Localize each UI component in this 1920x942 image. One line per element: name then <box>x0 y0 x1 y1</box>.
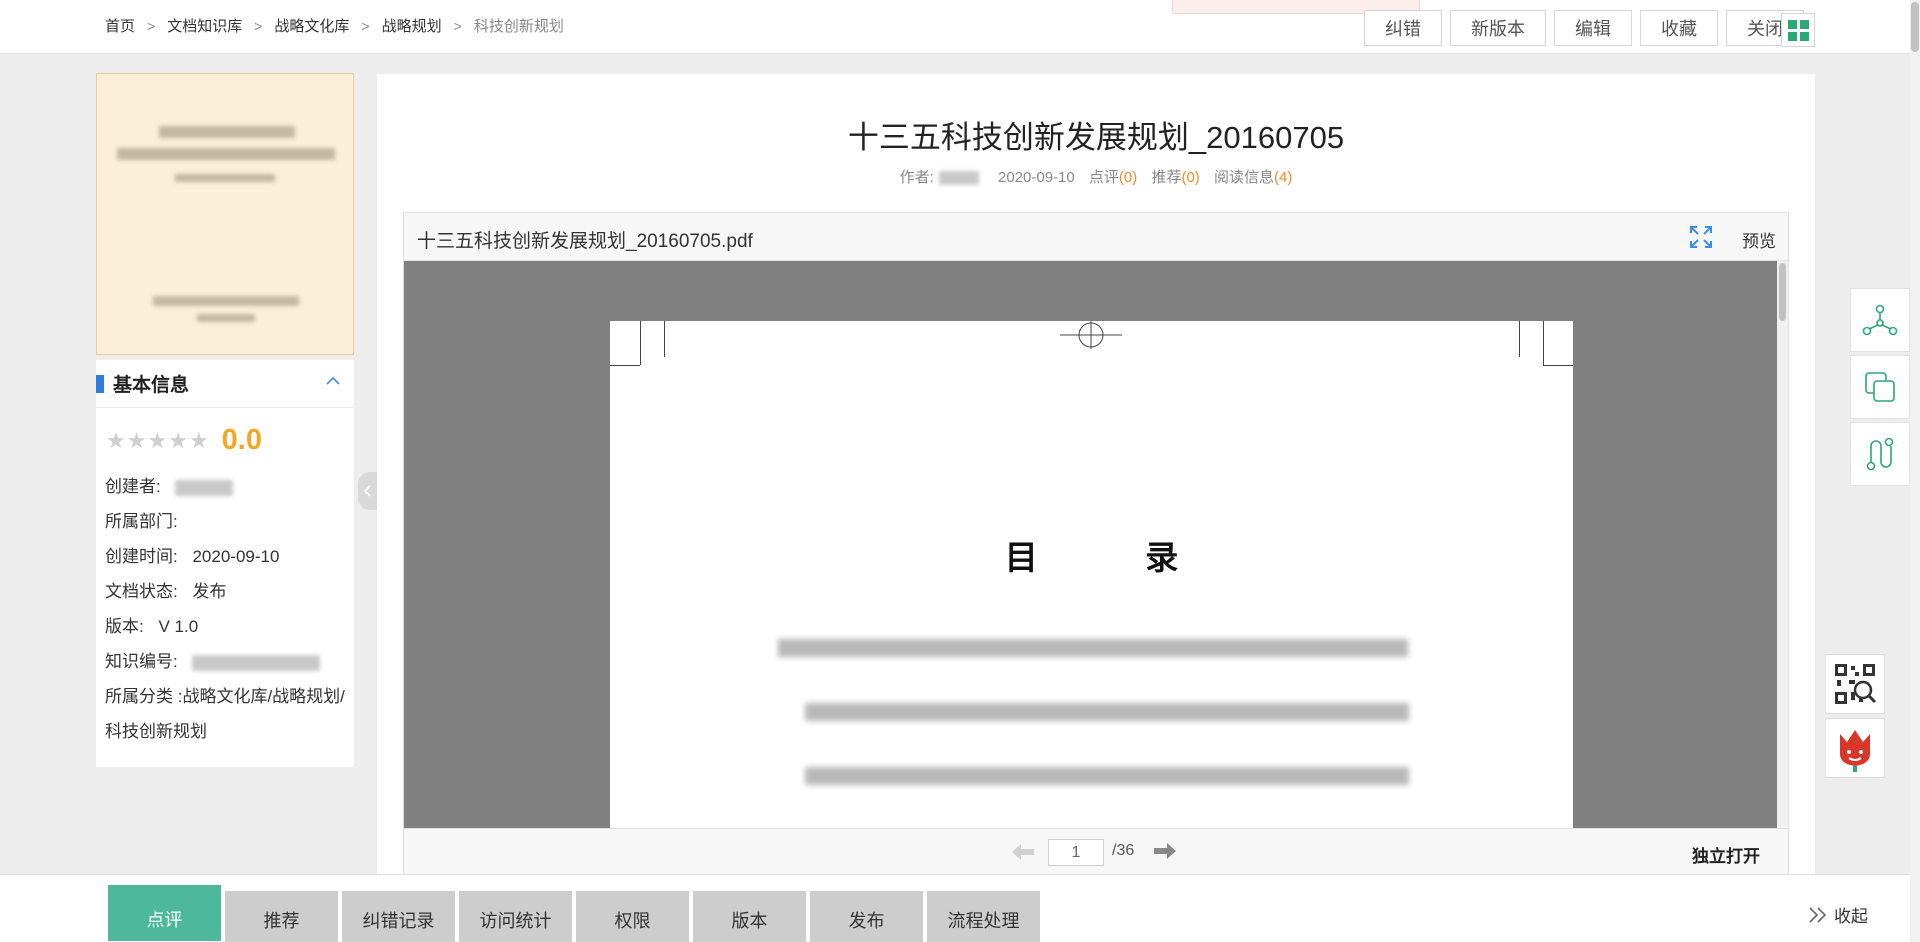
main-content: 十三五科技创新发展规划_20160705 作者: 2020-09-10 点评(0… <box>377 74 1815 874</box>
status-row: 文档状态: 发布 <box>105 574 354 609</box>
created-value: 2020-09-10 <box>192 547 280 566</box>
tab-recommend[interactable]: 推荐 <box>225 891 338 942</box>
file-name: 十三五科技创新发展规划_20160705.pdf <box>417 231 753 252</box>
creator-label: 创建者: <box>105 477 161 496</box>
edit-button[interactable]: 编辑 <box>1554 10 1632 46</box>
basic-info-panel: 基本信息 ★ ★ ★ ★ ★ 0.0 创建者: 所属部门: 创建时间: 2020… <box>96 360 354 767</box>
star-icon[interactable]: ★ <box>189 428 209 454</box>
next-page-icon[interactable] <box>1154 839 1176 865</box>
collapse-button[interactable]: 收起 <box>1808 902 1868 927</box>
chevron-right-icon: > <box>361 17 370 34</box>
new-version-button[interactable]: 新版本 <box>1450 10 1546 46</box>
code-value <box>192 654 321 671</box>
star-icon[interactable]: ★ <box>147 428 167 454</box>
star-icon[interactable]: ★ <box>168 428 188 454</box>
copy-icon[interactable] <box>1850 355 1910 419</box>
rating: ★ ★ ★ ★ ★ 0.0 <box>96 408 354 457</box>
pdf-viewer: 十三五科技创新发展规划_20160705.pdf 预览 目 录 1 /36 独立… <box>403 212 1789 874</box>
version-label: 版本: <box>105 617 144 636</box>
side-toolbar <box>1850 288 1910 489</box>
tab-versions[interactable]: 版本 <box>693 891 806 942</box>
comment-link[interactable]: 点评(0) <box>1089 169 1137 186</box>
pdf-page: 目 录 <box>610 321 1573 828</box>
tab-permissions[interactable]: 权限 <box>576 891 689 942</box>
recommend-link[interactable]: 推荐(0) <box>1151 169 1199 186</box>
sidebar-collapse-handle[interactable] <box>358 472 378 510</box>
bottom-bar: 点评 推荐 纠错记录 访问统计 权限 版本 发布 流程处理 收起 <box>0 874 1910 942</box>
correct-error-button[interactable]: 纠错 <box>1364 10 1442 46</box>
open-standalone-button[interactable]: 独立打开 <box>1692 842 1760 867</box>
knowledge-graph-icon[interactable] <box>1850 288 1910 352</box>
author-label: 作者: <box>899 169 934 186</box>
created-label: 创建时间: <box>105 547 178 566</box>
created-row: 创建时间: 2020-09-10 <box>105 539 354 574</box>
star-icon[interactable]: ★ <box>106 428 126 454</box>
top-bar: 首页 > 文档知识库 > 战略文化库 > 战略规划 > 科技创新规划 纠错 新版… <box>0 0 1910 54</box>
chevron-right-icon: > <box>453 17 462 34</box>
viewer-scrollbar[interactable] <box>1777 261 1788 828</box>
code-label: 知识编号: <box>105 652 178 671</box>
author-value <box>938 171 979 186</box>
status-value: 发布 <box>192 582 227 601</box>
page-number-input[interactable]: 1 <box>1048 839 1104 866</box>
chevron-up-icon[interactable] <box>326 373 340 391</box>
collapse-label: 收起 <box>1834 907 1868 926</box>
chevron-right-icon: > <box>147 17 156 34</box>
registration-mark-icon <box>1060 321 1122 349</box>
basic-info-header[interactable]: 基本信息 <box>96 360 354 408</box>
document-thumbnail[interactable] <box>96 73 354 355</box>
info-fields: 创建者: 所属部门: 创建时间: 2020-09-10 文档状态: 发布 版本:… <box>96 457 354 749</box>
double-chevron-right-icon <box>1809 906 1827 923</box>
preview-button[interactable]: 预览 <box>1742 227 1776 252</box>
version-row: 版本: V 1.0 <box>105 609 354 644</box>
breadcrumb-strategy-library[interactable]: 战略文化库 <box>274 15 349 36</box>
code-row: 知识编号: <box>105 644 354 679</box>
tab-comment[interactable]: 点评 <box>108 885 221 941</box>
route-icon[interactable] <box>1850 422 1910 486</box>
breadcrumb-home[interactable]: 首页 <box>105 15 135 36</box>
bottom-tabs: 点评 推荐 纠错记录 访问统计 权限 版本 发布 流程处理 <box>108 885 1040 942</box>
pager: 1 /36 独立打开 <box>404 828 1788 874</box>
dept-label: 所属部门: <box>105 512 178 531</box>
tab-workflow[interactable]: 流程处理 <box>927 891 1040 942</box>
favorite-button[interactable]: 收藏 <box>1640 10 1718 46</box>
viewer-header: 十三五科技创新发展规划_20160705.pdf 预览 <box>404 213 1788 261</box>
document-date: 2020-09-10 <box>998 169 1075 186</box>
tab-access-stats[interactable]: 访问统计 <box>459 891 572 942</box>
toolbar: 纠错 新版本 编辑 收藏 关闭 <box>1364 10 1804 46</box>
chevron-left-icon <box>364 485 371 497</box>
tab-publish[interactable]: 发布 <box>810 891 923 942</box>
fullscreen-icon[interactable] <box>1689 225 1713 249</box>
page-scrollbar[interactable] <box>1910 0 1920 942</box>
tab-error-records[interactable]: 纠错记录 <box>342 891 455 942</box>
document-meta: 作者: 2020-09-10 点评(0) 推荐(0) 阅读信息(4) <box>377 166 1815 187</box>
category-label: 所属分类 : <box>105 687 183 706</box>
version-value: V 1.0 <box>158 617 199 636</box>
pdf-canvas[interactable]: 目 录 <box>404 261 1778 828</box>
dept-row: 所属部门: <box>105 504 354 539</box>
chevron-right-icon: > <box>254 17 263 34</box>
document-title: 十三五科技创新发展规划_20160705 <box>847 120 1345 155</box>
creator-row: 创建者: <box>105 469 354 504</box>
status-label: 文档状态: <box>105 582 178 601</box>
total-pages: /36 <box>1112 842 1135 859</box>
breadcrumb: 首页 > 文档知识库 > 战略文化库 > 战略规划 > 科技创新规划 <box>105 15 564 36</box>
rating-score: 0.0 <box>221 424 262 456</box>
category-row: 所属分类 :战略文化库/战略规划/科技创新规划 <box>105 679 354 749</box>
basic-info-title: 基本信息 <box>113 375 190 396</box>
creator-value <box>175 479 234 496</box>
breadcrumb-strategy-plan[interactable]: 战略规划 <box>382 15 442 36</box>
prev-page-icon[interactable] <box>1012 840 1034 866</box>
grid-icon[interactable] <box>1781 13 1815 47</box>
toc-title: 目 录 <box>1004 538 1227 577</box>
assistant-mascot-icon[interactable] <box>1825 718 1885 778</box>
breadcrumb-current: 科技创新规划 <box>473 18 564 35</box>
breadcrumb-doc-library[interactable]: 文档知识库 <box>167 15 242 36</box>
qr-code-icon[interactable] <box>1825 654 1885 714</box>
read-info-link[interactable]: 阅读信息(4) <box>1214 169 1292 186</box>
star-icon[interactable]: ★ <box>127 428 147 454</box>
